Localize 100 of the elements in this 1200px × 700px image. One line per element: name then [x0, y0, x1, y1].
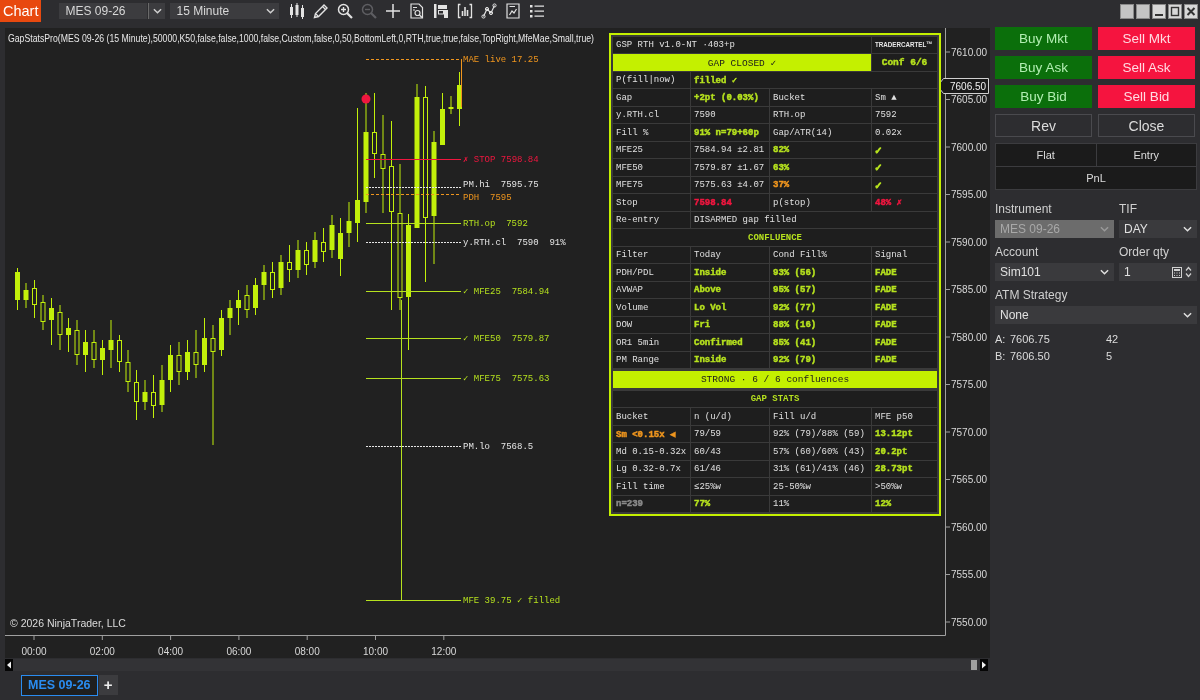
dropdown[interactable]: None [995, 306, 1197, 324]
level-label: ✓ MFE50 7579.87 [463, 334, 550, 344]
table-cell: AVWAP [613, 282, 690, 298]
add-tab-button[interactable]: + [98, 675, 118, 695]
candle [142, 380, 148, 410]
dot-marker-icon [361, 94, 371, 104]
calculator-icon[interactable] [1172, 266, 1182, 278]
table-cell: Confirmed [691, 334, 769, 351]
candle [312, 232, 318, 268]
price-axis-label: 7555.00 [951, 569, 988, 580]
square-icon[interactable] [1136, 3, 1150, 19]
indicator-title: GapStatsPro(MES 09-26 (15 Minute),50000,K50,false,false,1000,false,Custom,false,0,50,BottomLeft,0,RTH,true,true,false,TopRight,MfeMae,Small,true) [8, 32, 594, 45]
table-cell: Fri [691, 317, 769, 333]
scroll-left-icon[interactable] [5, 659, 13, 671]
level-label: PDH 7595 [463, 193, 512, 203]
table-cell: Fill % [613, 124, 690, 141]
table-cell: Cond Fill% [770, 247, 871, 263]
table-cell: Sm ▲ [872, 89, 937, 106]
interval-dropdown[interactable]: 15 Minute [170, 3, 280, 19]
field-label: Order qty [1119, 245, 1169, 259]
buy-button[interactable]: Buy Bid [995, 85, 1092, 108]
table-cell: ✓ [872, 177, 937, 193]
candle [270, 262, 275, 298]
caret-icon [1183, 312, 1192, 318]
pencil-icon[interactable] [313, 3, 330, 19]
table-cell: 92% (79) [770, 352, 871, 368]
price-axis-label: 7575.00 [951, 379, 988, 390]
table-cell: Sm <0.15x ◀ [613, 426, 690, 442]
table-cell: Fill time [613, 478, 690, 495]
price-axis-label: 7610.00 [951, 46, 988, 58]
chart-menu-button[interactable]: Chart [0, 0, 42, 22]
table-cell: 0.02x [872, 124, 937, 141]
maximize-icon[interactable] [1168, 3, 1182, 19]
list-icon[interactable] [529, 3, 546, 19]
square-icon[interactable] [1120, 3, 1134, 19]
table-cell: ✓ [872, 159, 937, 176]
chart-tab[interactable]: MES 09-26 [21, 675, 98, 696]
buy-button[interactable]: Buy Mkt [995, 27, 1092, 50]
quantity-field[interactable]: 1 [1119, 263, 1197, 281]
dropdown[interactable]: Sim101 [995, 263, 1114, 281]
instrument-field[interactable]: MES 09-26 [59, 3, 148, 19]
scroll-right-icon[interactable] [980, 659, 988, 671]
action-button[interactable]: Rev [995, 114, 1092, 137]
price-axis-label: 7595.00 [951, 189, 988, 200]
node-line-icon[interactable] [481, 3, 498, 19]
table-cell: MFE50 [613, 159, 690, 176]
table-cell: Bucket [770, 89, 871, 106]
table-cell: P(fill|now) [613, 72, 690, 88]
table-cell: 92% (79)/88% (59) [770, 426, 871, 442]
candle [40, 295, 46, 330]
candle [338, 218, 343, 276]
table-cell: 48% ✗ [872, 194, 937, 211]
level-label: MFE 39.75 ✓ filled [463, 596, 561, 606]
price-axis-label: 7600.00 [951, 141, 988, 153]
table-cell: Gap [613, 89, 690, 106]
candle [253, 278, 258, 315]
bracket-bars-icon[interactable] [457, 3, 474, 19]
table-cell: 79/59 [691, 426, 769, 442]
table-cell: 92% (77) [770, 299, 871, 316]
bar-blocks-icon[interactable] [433, 3, 450, 19]
candle [304, 242, 309, 275]
table-cell: Md 0.15-0.32x [613, 443, 690, 460]
action-button[interactable]: Close [1098, 114, 1195, 137]
candle [185, 340, 190, 380]
quote-side-label: A: [995, 332, 1006, 345]
candle [202, 318, 207, 372]
table-cell: n (u/d) [691, 408, 769, 425]
table-cell: >50%w [872, 478, 937, 495]
document-chart-icon[interactable] [505, 3, 522, 19]
field-label: ATM Strategy [995, 288, 1068, 302]
buy-button[interactable]: Buy Ask [995, 56, 1092, 79]
candlestick-bars-icon[interactable] [289, 3, 306, 19]
candle [278, 255, 284, 295]
crosshair-icon[interactable] [385, 3, 402, 19]
table-cell: 88% (16) [770, 317, 871, 333]
table-cell: 60/43 [691, 443, 769, 460]
minimize-icon[interactable] [1152, 3, 1166, 19]
table-cell: 93% (56) [770, 264, 871, 281]
candle [346, 202, 352, 247]
time-axis-label: 10:00 [363, 646, 388, 657]
caret-icon [1183, 226, 1192, 232]
scrollbar-thumb[interactable] [971, 660, 977, 670]
spin-arrows-icon[interactable] [1185, 266, 1192, 278]
candle [261, 265, 267, 300]
summary-banner: STRONG · 6 / 6 confluences [613, 371, 937, 388]
table-cell: Bucket [613, 408, 690, 425]
level-label: MAE live 17.25 [463, 55, 539, 65]
candle [117, 335, 122, 372]
table-cell: 11% [770, 496, 871, 512]
dropdown[interactable]: DAY [1119, 220, 1197, 238]
level-label: ✓ MFE25 7584.94 [463, 287, 550, 297]
close-icon[interactable] [1184, 3, 1198, 19]
table-cell: +2pt (0.03%) [691, 89, 769, 106]
zoom-in-icon[interactable] [337, 3, 354, 19]
time-axis-label: 08:00 [294, 646, 320, 657]
table-cell: 95% (57) [770, 282, 871, 298]
document-search-icon[interactable] [409, 3, 426, 19]
caret-icon [152, 8, 162, 14]
instrument-dropdown-button[interactable] [148, 3, 166, 19]
candle [321, 228, 326, 262]
